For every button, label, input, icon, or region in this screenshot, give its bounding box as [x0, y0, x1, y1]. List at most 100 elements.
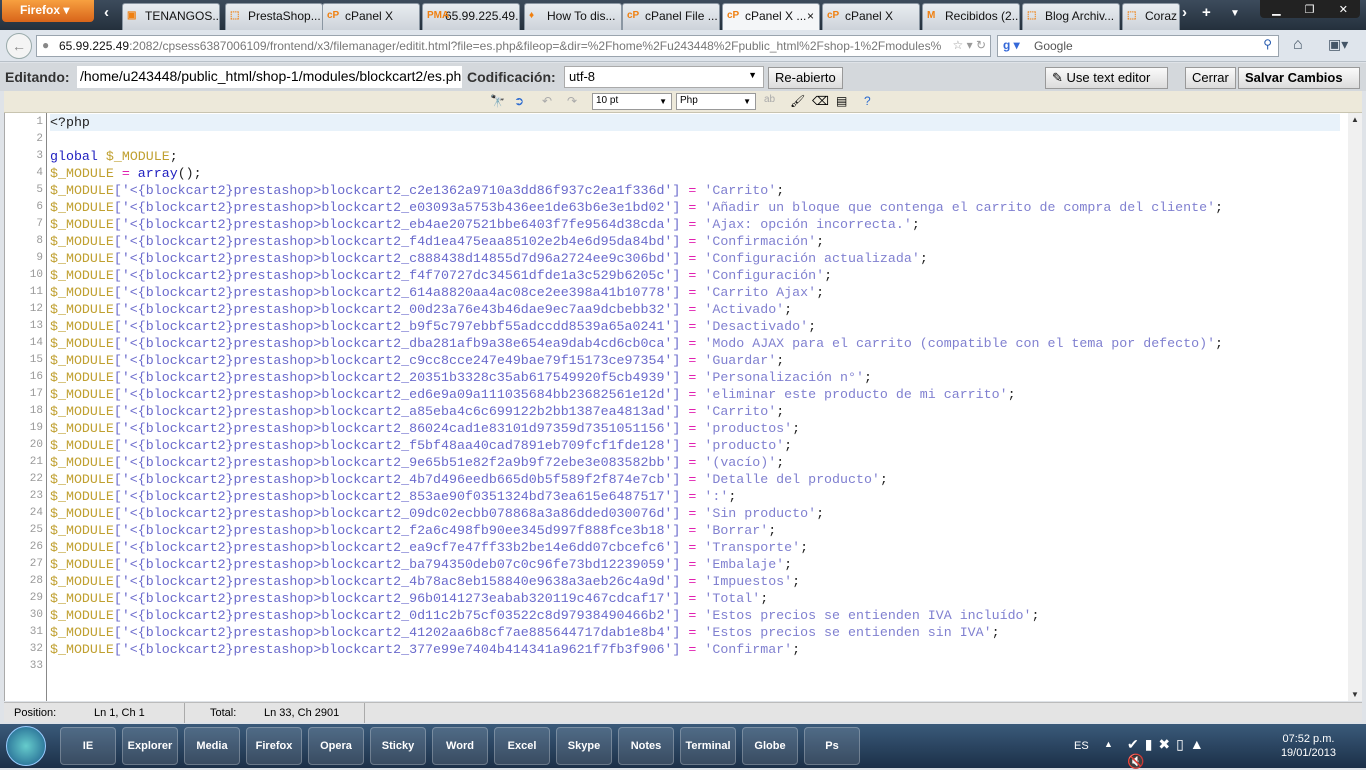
code-line[interactable]: $_MODULE['<{blockcart2}prestashop>blockc… — [50, 573, 1340, 590]
code-line[interactable]: $_MODULE['<{blockcart2}prestashop>blockc… — [50, 488, 1340, 505]
taskbar-app-explorer[interactable]: Explorer — [122, 727, 178, 765]
language-indicator[interactable]: ES — [1074, 740, 1089, 752]
tab-scroll-right-icon[interactable]: › — [1182, 4, 1187, 21]
tray-icons[interactable]: ✔▮✖▯▲🔇 — [1127, 736, 1210, 770]
code-line[interactable]: $_MODULE['<{blockcart2}prestashop>blockc… — [50, 250, 1340, 267]
code-line[interactable]: $_MODULE['<{blockcart2}prestashop>blockc… — [50, 556, 1340, 573]
browser-tab[interactable]: cP cPanel X — [322, 3, 420, 30]
syntax-select[interactable]: Php ▼ — [676, 93, 756, 110]
bookmarks-icon[interactable]: ▣▾ — [1328, 36, 1348, 53]
reload-icon[interactable]: ↻ — [976, 38, 986, 52]
tab-scroll-left-icon[interactable]: ‹ — [104, 4, 109, 21]
file-path-field[interactable]: /home/u243448/public_html/shop-1/modules… — [77, 66, 462, 88]
search-input[interactable]: g ▾ Google ⚲ — [997, 35, 1279, 57]
help-icon[interactable]: ? — [864, 94, 871, 108]
highlight-icon[interactable]: 🖌 — [790, 94, 805, 108]
eraser-icon[interactable]: ⌫ — [812, 94, 829, 108]
font-size-select[interactable]: 10 pt ▼ — [592, 93, 672, 110]
code-line[interactable]: global $_MODULE; — [50, 148, 1340, 165]
taskbar-app-ie[interactable]: IE — [60, 727, 116, 765]
code-line[interactable]: $_MODULE['<{blockcart2}prestashop>blockc… — [50, 301, 1340, 318]
code-line[interactable]: $_MODULE['<{blockcart2}prestashop>blockc… — [50, 505, 1340, 522]
undo-icon[interactable]: ↶ — [542, 94, 552, 108]
encoding-select[interactable]: utf-8 ▼ — [564, 66, 764, 88]
browser-tab[interactable]: cP cPanel X — [822, 3, 920, 30]
taskbar-app-ps[interactable]: Ps — [804, 727, 860, 765]
redo-icon[interactable]: ↷ — [567, 94, 577, 108]
code-line[interactable]: $_MODULE['<{blockcart2}prestashop>blockc… — [50, 335, 1340, 352]
code-line[interactable]: $_MODULE['<{blockcart2}prestashop>blockc… — [50, 233, 1340, 250]
code-line[interactable]: $_MODULE['<{blockcart2}prestashop>blockc… — [50, 624, 1340, 641]
browser-tab[interactable]: cP cPanel File ... — [622, 3, 720, 30]
code-line[interactable]: $_MODULE['<{blockcart2}prestashop>blockc… — [50, 199, 1340, 216]
taskbar-app-sticky[interactable]: Sticky — [370, 727, 426, 765]
code-line[interactable]: $_MODULE['<{blockcart2}prestashop>blockc… — [50, 267, 1340, 284]
taskbar-app-opera[interactable]: Opera — [308, 727, 364, 765]
browser-tab[interactable]: ⬚ Blog Archiv... — [1022, 3, 1120, 30]
home-icon[interactable]: ⌂ — [1293, 36, 1303, 54]
clock[interactable]: 07:52 p.m. 19/01/2013 — [1281, 732, 1336, 760]
goto-icon[interactable]: ➲ — [514, 94, 524, 108]
code-line[interactable]: $_MODULE['<{blockcart2}prestashop>blockc… — [50, 420, 1340, 437]
close-button[interactable]: Cerrar — [1185, 67, 1236, 89]
minimize-icon[interactable]: ▁ — [1272, 3, 1280, 16]
code-line[interactable]: $_MODULE['<{blockcart2}prestashop>blockc… — [50, 539, 1340, 556]
reopen-button[interactable]: Re-abierto — [768, 67, 843, 89]
word-wrap-icon[interactable]: ▤ — [836, 94, 847, 108]
taskbar-app-notes[interactable]: Notes — [618, 727, 674, 765]
code-line[interactable]: $_MODULE['<{blockcart2}prestashop>blockc… — [50, 284, 1340, 301]
code-line[interactable]: $_MODULE['<{blockcart2}prestashop>blockc… — [50, 590, 1340, 607]
code-line[interactable]: $_MODULE['<{blockcart2}prestashop>blockc… — [50, 522, 1340, 539]
code-line[interactable]: $_MODULE['<{blockcart2}prestashop>blockc… — [50, 607, 1340, 624]
taskbar-app-word[interactable]: Word — [432, 727, 488, 765]
start-button[interactable] — [6, 726, 46, 766]
taskbar-app-terminal[interactable]: Terminal — [680, 727, 736, 765]
code-line[interactable]: $_MODULE['<{blockcart2}prestashop>blockc… — [50, 454, 1340, 471]
tab-list-icon[interactable]: ▼ — [1230, 8, 1240, 19]
back-button[interactable]: ← — [6, 33, 32, 59]
browser-tab[interactable]: cP cPanel X ... × — [722, 3, 820, 30]
code-line[interactable]: $_MODULE['<{blockcart2}prestashop>blockc… — [50, 386, 1340, 403]
code-line[interactable]: $_MODULE['<{blockcart2}prestashop>blockc… — [50, 318, 1340, 335]
save-changes-button[interactable]: Salvar Cambios — [1238, 67, 1360, 89]
code-line[interactable] — [50, 131, 1340, 148]
show-hidden-icons-icon[interactable]: ▲ — [1104, 739, 1113, 749]
taskbar-app-skype[interactable]: Skype — [556, 727, 612, 765]
use-text-editor-button[interactable]: ✎ Use text editor — [1045, 67, 1168, 89]
firefox-menu-button[interactable]: Firefox ▾ — [2, 0, 94, 22]
find-icon[interactable]: 🔭 — [490, 94, 505, 108]
code-line[interactable]: $_MODULE = array(); — [50, 165, 1340, 182]
code-line[interactable]: $_MODULE['<{blockcart2}prestashop>blockc… — [50, 216, 1340, 233]
taskbar-app-globe[interactable]: Globe — [742, 727, 798, 765]
close-tab-icon[interactable]: × — [807, 9, 814, 23]
code-line[interactable]: $_MODULE['<{blockcart2}prestashop>blockc… — [50, 403, 1340, 420]
browser-tab[interactable]: ▣ TENANGOS... — [122, 3, 220, 30]
taskbar-app-firefox[interactable]: Firefox — [246, 727, 302, 765]
browser-tab[interactable]: ⬚ PrestaShop... — [225, 3, 323, 30]
search-icon[interactable]: ⚲ — [1263, 37, 1272, 51]
code-line[interactable] — [50, 658, 1340, 675]
maximize-icon[interactable]: ❐ — [1305, 3, 1315, 16]
code-line[interactable]: $_MODULE['<{blockcart2}prestashop>blockc… — [50, 641, 1340, 658]
code-line[interactable]: $_MODULE['<{blockcart2}prestashop>blockc… — [50, 471, 1340, 488]
spellcheck-icon[interactable]: ab — [764, 94, 775, 105]
code-line[interactable]: $_MODULE['<{blockcart2}prestashop>blockc… — [50, 182, 1340, 199]
code-line[interactable]: $_MODULE['<{blockcart2}prestashop>blockc… — [50, 437, 1340, 454]
scroll-down-icon[interactable]: ▼ — [1351, 690, 1359, 699]
history-dropdown-icon[interactable]: ▾ — [967, 38, 973, 52]
browser-tab[interactable]: PMA 65.99.225.49... — [422, 3, 520, 30]
scroll-up-icon[interactable]: ▲ — [1351, 115, 1359, 124]
taskbar-app-excel[interactable]: Excel — [494, 727, 550, 765]
url-bar[interactable]: ● 65.99.225.49:2082/cpsess6387006109/fro… — [36, 35, 991, 57]
code-line[interactable]: $_MODULE['<{blockcart2}prestashop>blockc… — [50, 352, 1340, 369]
bookmark-star-icon[interactable]: ☆ — [952, 38, 963, 52]
taskbar-app-media[interactable]: Media — [184, 727, 240, 765]
code-line[interactable]: <?php — [50, 114, 1340, 131]
vertical-scrollbar[interactable]: ▲ ▼ — [1348, 113, 1362, 701]
code-line[interactable]: $_MODULE['<{blockcart2}prestashop>blockc… — [50, 369, 1340, 386]
browser-tab[interactable]: ♦ How To dis... — [524, 3, 622, 30]
code-editor[interactable]: 1 2 3 4 5 6 7 8 9 10 11 12 13 14 15 16 17 18 19 20 21 22 23 24 2… — [4, 113, 1362, 701]
close-window-icon[interactable]: ✕ — [1339, 3, 1348, 16]
new-tab-icon[interactable]: + — [1202, 4, 1211, 21]
google-icon[interactable]: g ▾ — [1003, 38, 1020, 52]
